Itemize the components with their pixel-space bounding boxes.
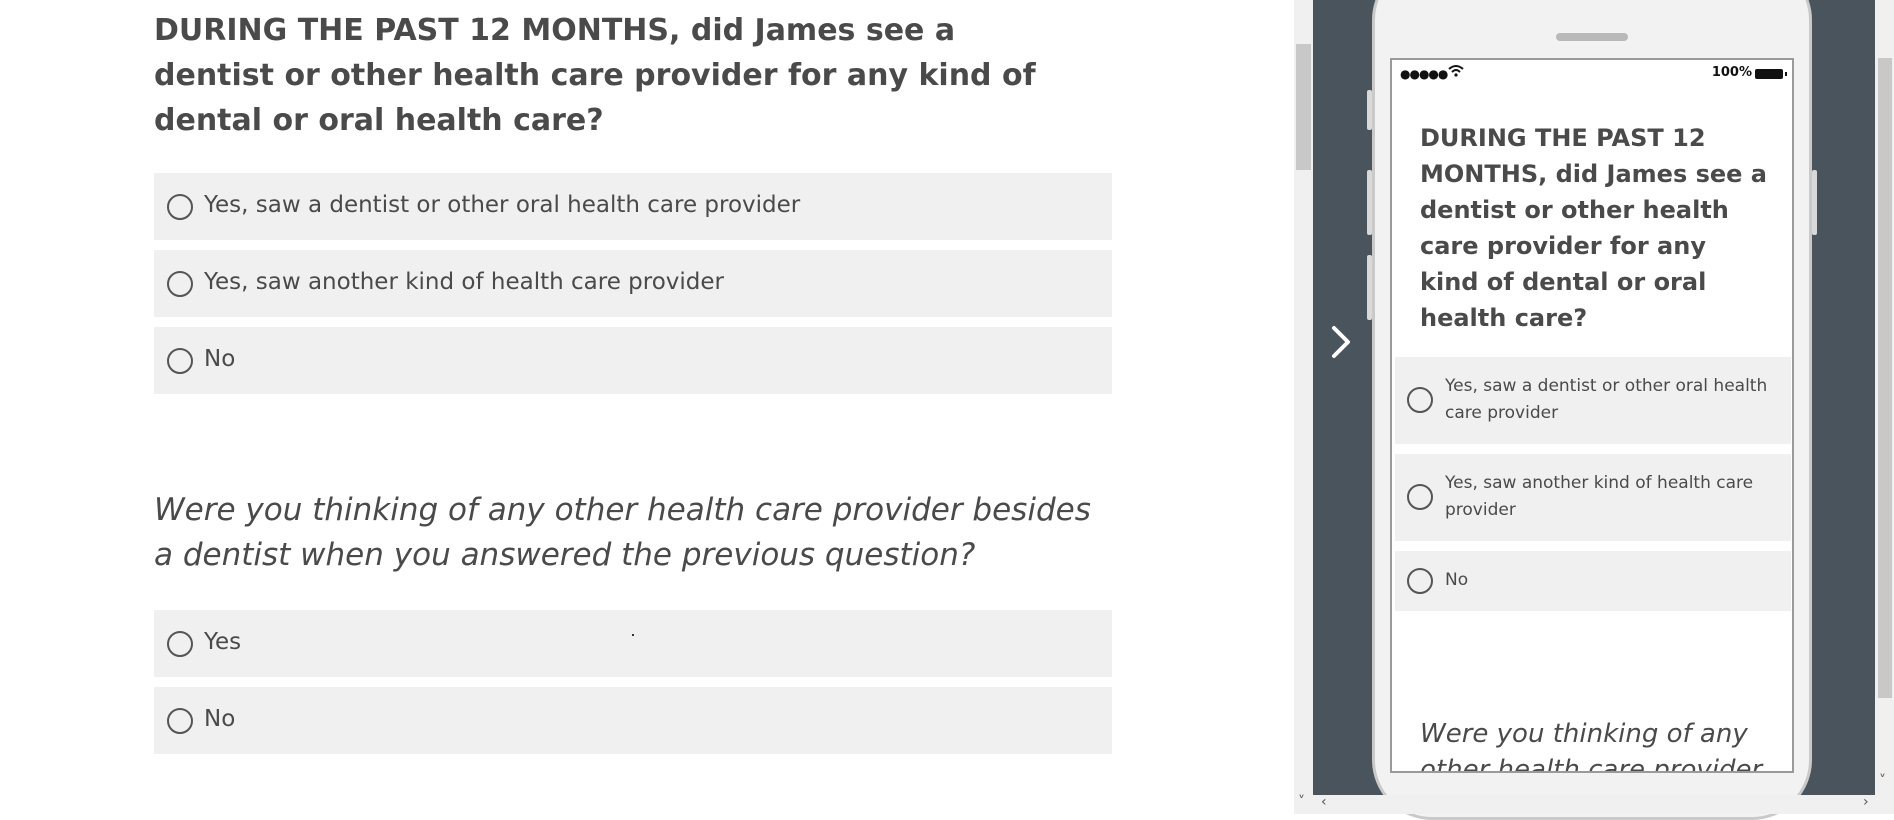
mobile-q1-option-1-label: Yes, saw a dentist or other oral health … <box>1445 376 1768 423</box>
q1-option-3-label: No <box>204 346 236 372</box>
phone-side-button <box>1367 255 1372 320</box>
left-scrollbar[interactable]: ˄ ˅ <box>1294 0 1313 814</box>
q1-option-1-label: Yes, saw a dentist or other oral health … <box>204 192 801 218</box>
wifi-icon <box>1448 64 1464 82</box>
scroll-down-icon[interactable]: ˅ <box>1879 773 1886 789</box>
scroll-left-icon[interactable]: ‹ <box>1321 794 1327 810</box>
mobile-q1-option-1[interactable]: Yes, saw a dentist or other oral health … <box>1395 357 1791 444</box>
radio-circle-icon[interactable] <box>167 348 193 374</box>
signal-icon: ●●●●● <box>1400 67 1448 81</box>
phone-side-button <box>1812 170 1817 235</box>
radio-circle-icon[interactable] <box>167 271 193 297</box>
phone-side-button <box>1367 90 1372 130</box>
cursor-dot <box>632 634 634 636</box>
left-scrollbar-thumb[interactable] <box>1296 44 1311 170</box>
phone-screen: ●●●●● 100% DURING THE PAST 12 MONTHS, di… <box>1390 58 1794 773</box>
mobile-q1-option-2-label: Yes, saw another kind of health care pro… <box>1445 473 1754 520</box>
phone-speaker <box>1556 33 1628 41</box>
mobile-question-1-title: DURING THE PAST 12 MONTHS, did James see… <box>1420 124 1767 332</box>
scroll-right-icon[interactable]: › <box>1863 794 1869 810</box>
radio-circle-icon[interactable] <box>1407 387 1433 413</box>
q1-option-2[interactable]: Yes, saw another kind of health care pro… <box>154 250 1112 317</box>
q2-option-1-label: Yes <box>204 629 242 655</box>
bottom-scrollbar[interactable]: ‹ › <box>1313 794 1894 814</box>
radio-circle-icon[interactable] <box>167 631 193 657</box>
question-1-title: DURING THE PAST 12 MONTHS, did James see… <box>154 13 1036 138</box>
chevron-right-icon[interactable] <box>1326 322 1356 362</box>
survey-panel: DURING THE PAST 12 MONTHS, did James see… <box>0 0 1294 814</box>
mobile-q1-option-2[interactable]: Yes, saw another kind of health care pro… <box>1395 454 1791 541</box>
radio-circle-icon[interactable] <box>1407 568 1433 594</box>
scroll-up-icon[interactable]: ˄ <box>1298 0 1305 12</box>
q1-option-3[interactable]: No <box>154 327 1112 394</box>
q2-option-2[interactable]: No <box>154 687 1112 754</box>
q1-option-1[interactable]: Yes, saw a dentist or other oral health … <box>154 173 1112 240</box>
scroll-up-icon[interactable]: ˄ <box>1879 0 1886 12</box>
radio-circle-icon[interactable] <box>1407 484 1433 510</box>
battery-percent: 100% <box>1711 65 1752 80</box>
question-2-title: Were you thinking of any other health ca… <box>154 492 1091 573</box>
q2-option-2-label: No <box>204 706 236 732</box>
right-scrollbar[interactable]: ˄ ˅ <box>1875 0 1894 795</box>
status-bar: ●●●●● 100% <box>1400 64 1787 82</box>
q1-option-2-label: Yes, saw another kind of health care pro… <box>204 269 724 295</box>
battery-icon <box>1755 69 1787 79</box>
scroll-down-icon[interactable]: ˅ <box>1298 794 1305 810</box>
q2-option-1[interactable]: Yes <box>154 610 1112 677</box>
mobile-q1-option-3[interactable]: No <box>1395 551 1791 611</box>
phone-side-button <box>1367 170 1372 235</box>
radio-circle-icon[interactable] <box>167 708 193 734</box>
mobile-question-2-title: Were you thinking of any other health ca… <box>1420 719 1763 773</box>
mobile-q1-option-3-label: No <box>1445 570 1469 590</box>
radio-circle-icon[interactable] <box>167 194 193 220</box>
right-scrollbar-thumb[interactable] <box>1878 58 1892 698</box>
